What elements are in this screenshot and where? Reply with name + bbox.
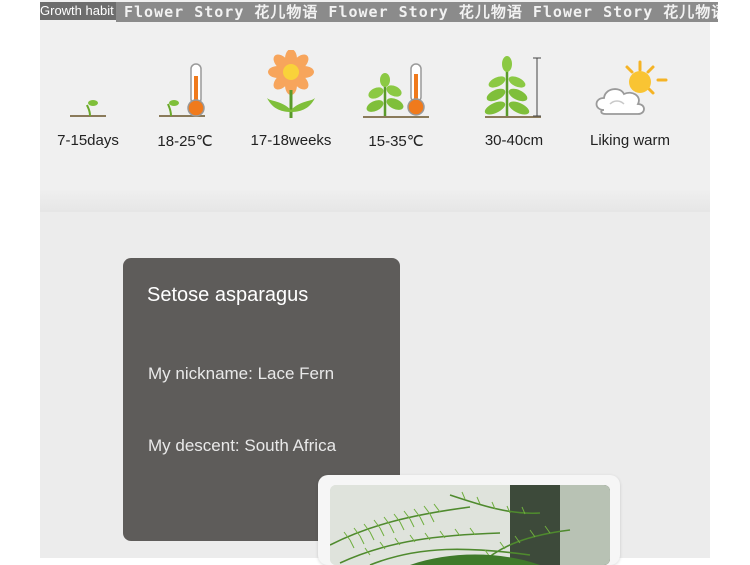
section-divider: [40, 190, 710, 212]
habit-label: 18-25℃: [157, 133, 213, 150]
growth-habit-heading: Growth habit: [40, 2, 120, 20]
plant-thermometer-icon: [341, 50, 451, 120]
habit-germination: 7-15days: [33, 50, 143, 149]
watermark-banner: Flower Story 花儿物语 Flower Story 花儿物语 Flow…: [116, 2, 718, 22]
habit-label: 17-18weeks: [250, 132, 332, 149]
habit-preference: Liking warm: [575, 50, 685, 149]
flower-icon: [236, 50, 346, 120]
plant-photo-frame: [318, 475, 620, 565]
plant-name-title: Setose asparagus: [147, 284, 309, 306]
descent-text: My descent: South Africa: [148, 436, 337, 455]
habit-flowering: 17-18weeks: [236, 50, 346, 149]
habit-label: 7-15days: [57, 132, 119, 149]
seedling-thermometer-icon: [130, 50, 240, 120]
sprout-icon: [33, 50, 143, 120]
habit-label: 15-35℃: [368, 133, 424, 150]
habit-label: 30-40cm: [484, 132, 544, 149]
nickname-text: My nickname: Lace Fern: [148, 364, 335, 383]
sun-cloud-icon: [575, 50, 685, 120]
habit-growth-temp: 15-35℃: [341, 50, 451, 150]
plant-height-icon: [459, 50, 569, 120]
habit-plant-height: 30-40cm: [459, 50, 569, 149]
habit-germination-temp: 18-25℃: [130, 50, 240, 150]
habit-label: Liking warm: [589, 132, 671, 149]
plant-photo: [330, 485, 610, 565]
